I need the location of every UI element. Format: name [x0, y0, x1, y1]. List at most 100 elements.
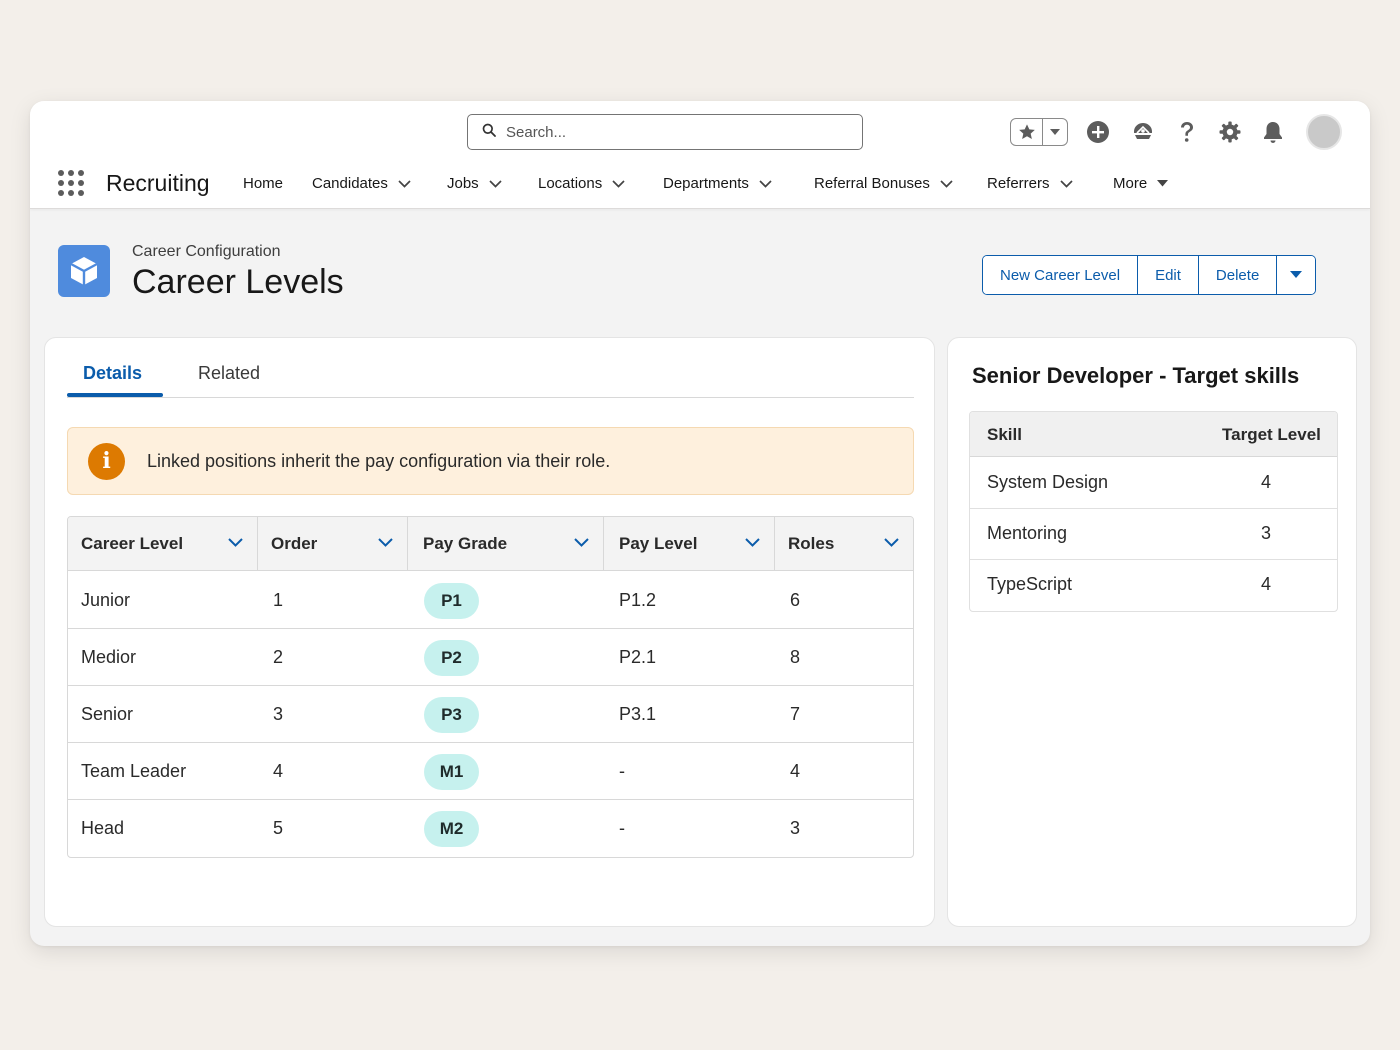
chevron-down-icon[interactable] [1059, 179, 1073, 188]
tab-related[interactable]: Related [198, 363, 260, 384]
gear-icon[interactable] [1216, 118, 1244, 146]
table-row[interactable]: TypeScript 4 [970, 560, 1337, 611]
page-title: Career Levels [132, 263, 344, 301]
cell-pay-level: - [619, 818, 625, 838]
info-icon: i [88, 442, 125, 480]
card-title: Senior Developer - Target skills [972, 363, 1300, 388]
table-row[interactable]: Mentoring 3 [970, 509, 1337, 560]
global-header: Recruiting Home Candidates Jobs Location… [30, 101, 1370, 209]
column-header-order[interactable]: Order [258, 517, 408, 571]
nav-candidates[interactable]: Candidates [312, 175, 411, 192]
table-row[interactable]: Junior 1 P1 P1.2 6 [68, 572, 913, 629]
caret-down-icon [1290, 271, 1303, 278]
global-search[interactable] [467, 114, 863, 150]
record-actions: New Career Level Edit Delete [982, 255, 1317, 295]
more-actions-button[interactable] [1277, 256, 1316, 294]
target-skills-card: Senior Developer - Target skills Skill T… [947, 337, 1357, 927]
chevron-down-icon[interactable] [745, 538, 760, 547]
info-alert: i Linked positions inherit the pay confi… [67, 427, 914, 495]
column-header-pay-level[interactable]: Pay Level [604, 517, 775, 571]
alert-message: Linked positions inherit the pay configu… [147, 450, 611, 471]
star-icon[interactable] [1011, 119, 1043, 145]
table-row[interactable]: Medior 2 P2 P2.1 8 [68, 629, 913, 686]
pay-grade-badge: P1 [424, 582, 479, 619]
cell-roles: 3 [790, 818, 801, 838]
chevron-down-icon[interactable] [489, 179, 502, 188]
search-icon [482, 123, 496, 142]
app-navigation: Recruiting Home Candidates Jobs Location… [30, 163, 1370, 208]
chevron-down-icon[interactable] [398, 179, 411, 188]
app-launcher-icon[interactable] [58, 170, 84, 196]
cell-pay-level: P2.1 [619, 647, 657, 667]
cell-order: 3 [273, 704, 284, 724]
cell-target-level: 3 [1261, 523, 1272, 543]
table-row[interactable]: Team Leader 4 M1 - 4 [68, 743, 913, 800]
target-skills-table: Skill Target Level System Design 4 Mento… [969, 411, 1338, 612]
table-header: Career Level Order Pay Grade Pay Level R… [68, 517, 913, 571]
cell-career-level: Team Leader [81, 761, 187, 781]
nav-more[interactable]: More [1113, 175, 1169, 192]
help-icon[interactable] [1173, 118, 1201, 146]
edit-button[interactable]: Edit [1138, 256, 1199, 294]
column-header-target-level: Target Level [1222, 425, 1321, 444]
pay-grade-badge: P2 [424, 639, 479, 676]
cell-roles: 4 [790, 761, 801, 781]
pay-grade-badge: M2 [424, 810, 479, 847]
app-window: Recruiting Home Candidates Jobs Location… [30, 101, 1370, 946]
cell-pay-grade: M1 [424, 743, 479, 800]
pay-grade-badge: M1 [424, 753, 479, 790]
tab-details[interactable]: Details [83, 363, 142, 384]
cell-roles: 6 [790, 590, 801, 610]
column-header-skill: Skill [987, 425, 1022, 444]
cell-roles: 8 [790, 647, 801, 667]
nav-locations[interactable]: Locations [538, 175, 625, 192]
chevron-down-icon[interactable] [612, 179, 625, 188]
app-name: Recruiting [106, 170, 210, 196]
new-career-level-button[interactable]: New Career Level [983, 256, 1139, 294]
chevron-down-icon[interactable] [759, 179, 772, 188]
cell-roles: 7 [790, 704, 801, 724]
cell-career-level: Senior [81, 704, 134, 724]
nav-departments[interactable]: Departments [663, 175, 772, 192]
chevron-down-icon[interactable] [228, 538, 243, 547]
chevron-down-icon[interactable] [1043, 119, 1067, 145]
cell-career-level: Head [81, 818, 125, 838]
cube-icon [58, 245, 110, 297]
bell-icon[interactable] [1259, 118, 1287, 146]
search-input[interactable] [506, 123, 836, 141]
caret-down-icon[interactable] [1157, 180, 1169, 187]
chevron-down-icon[interactable] [574, 538, 589, 547]
cell-pay-grade: M2 [424, 800, 479, 857]
cell-career-level: Medior [81, 647, 137, 667]
avatar[interactable] [1306, 114, 1342, 150]
chevron-down-icon[interactable] [378, 538, 393, 547]
cell-order: 2 [273, 647, 284, 667]
favorites-button-group [1010, 118, 1068, 146]
cell-pay-level: P1.2 [619, 590, 657, 610]
utility-bar [1010, 114, 1342, 150]
nav-referrers[interactable]: Referrers [987, 175, 1073, 192]
table-header: Skill Target Level [970, 412, 1337, 457]
nav-jobs[interactable]: Jobs [447, 175, 502, 192]
delete-button[interactable]: Delete [1198, 256, 1278, 294]
table-row[interactable]: Senior 3 P3 P3.1 7 [68, 686, 913, 743]
chevron-down-icon[interactable] [884, 538, 899, 547]
chevron-down-icon[interactable] [940, 179, 953, 188]
nav-referral-bonuses[interactable]: Referral Bonuses [814, 175, 953, 192]
nav-home[interactable]: Home [243, 175, 283, 192]
breadcrumb: Career Configuration [132, 243, 281, 260]
trailhead-icon[interactable] [1129, 118, 1157, 146]
column-header-roles[interactable]: Roles [775, 517, 913, 571]
cell-target-level: 4 [1261, 574, 1272, 594]
column-header-career-level[interactable]: Career Level [68, 517, 258, 571]
cell-order: 1 [273, 590, 284, 610]
career-levels-table: Career Level Order Pay Grade Pay Level R… [67, 516, 914, 858]
table-row[interactable]: Head 5 M2 - 3 [68, 800, 913, 857]
cell-career-level: Junior [81, 590, 131, 610]
table-row[interactable]: System Design 4 [970, 458, 1337, 509]
cell-skill: TypeScript [987, 574, 1073, 594]
column-header-pay-grade[interactable]: Pay Grade [408, 517, 604, 571]
cell-pay-level: P3.1 [619, 704, 657, 724]
add-icon[interactable] [1084, 118, 1112, 146]
details-card: Details Related i Linked positions inher… [44, 337, 935, 927]
